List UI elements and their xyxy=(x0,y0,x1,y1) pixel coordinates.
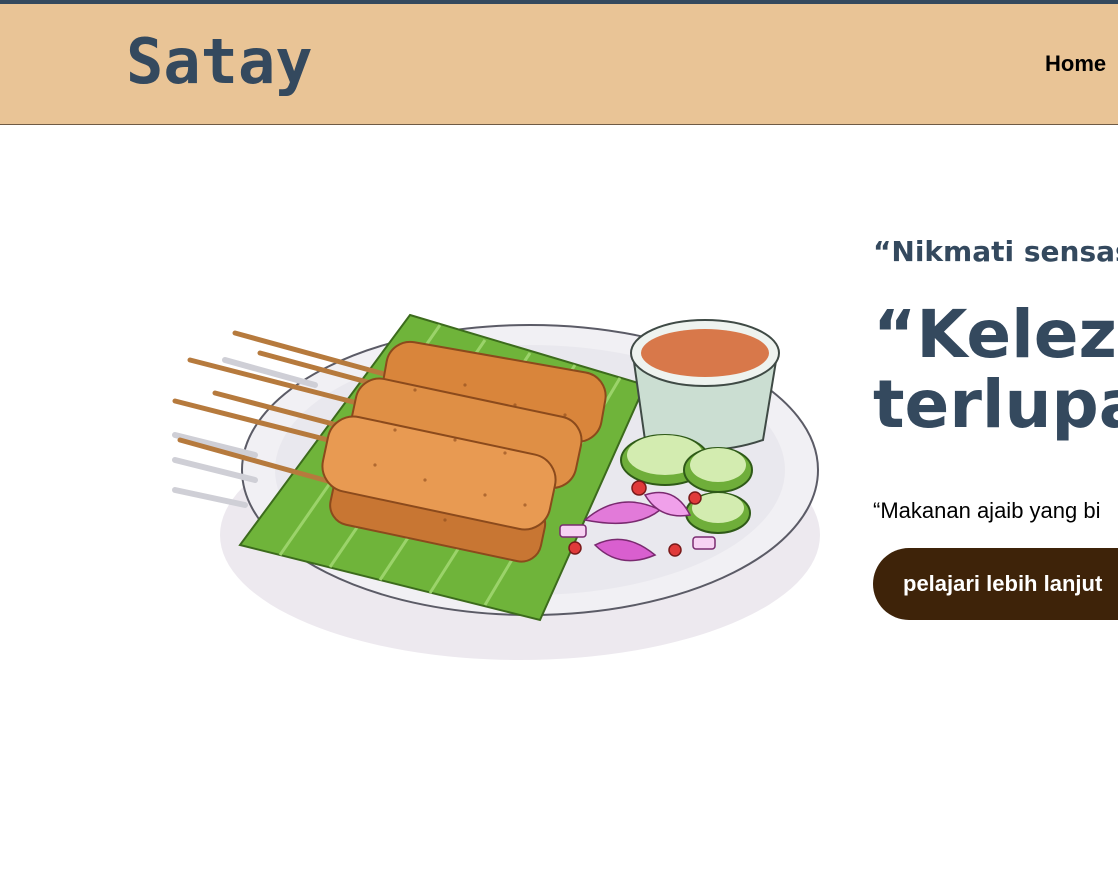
learn-more-button[interactable]: pelajari lebih lanjut xyxy=(873,548,1118,620)
hero-headline: “Kelezat terlupak xyxy=(873,300,1118,440)
hero-headline-line-1: “Kelezat xyxy=(873,296,1118,373)
page: Satay Home “Nikmati sensasi “Kelez terlu… xyxy=(0,0,1118,894)
hero-headline-line-2: terlupak xyxy=(873,366,1118,443)
hero-tagline: “Nikmati sensasi xyxy=(873,235,1118,268)
site-logo[interactable]: Satay xyxy=(126,26,313,98)
satay-plate-illustration xyxy=(172,313,820,660)
site-header: Satay Home xyxy=(0,4,1118,125)
hero-description: “Makanan ajaib yang bi xyxy=(873,498,1101,523)
nav-home-link[interactable]: Home xyxy=(1045,51,1106,77)
peanut-sauce-cup xyxy=(630,319,780,451)
